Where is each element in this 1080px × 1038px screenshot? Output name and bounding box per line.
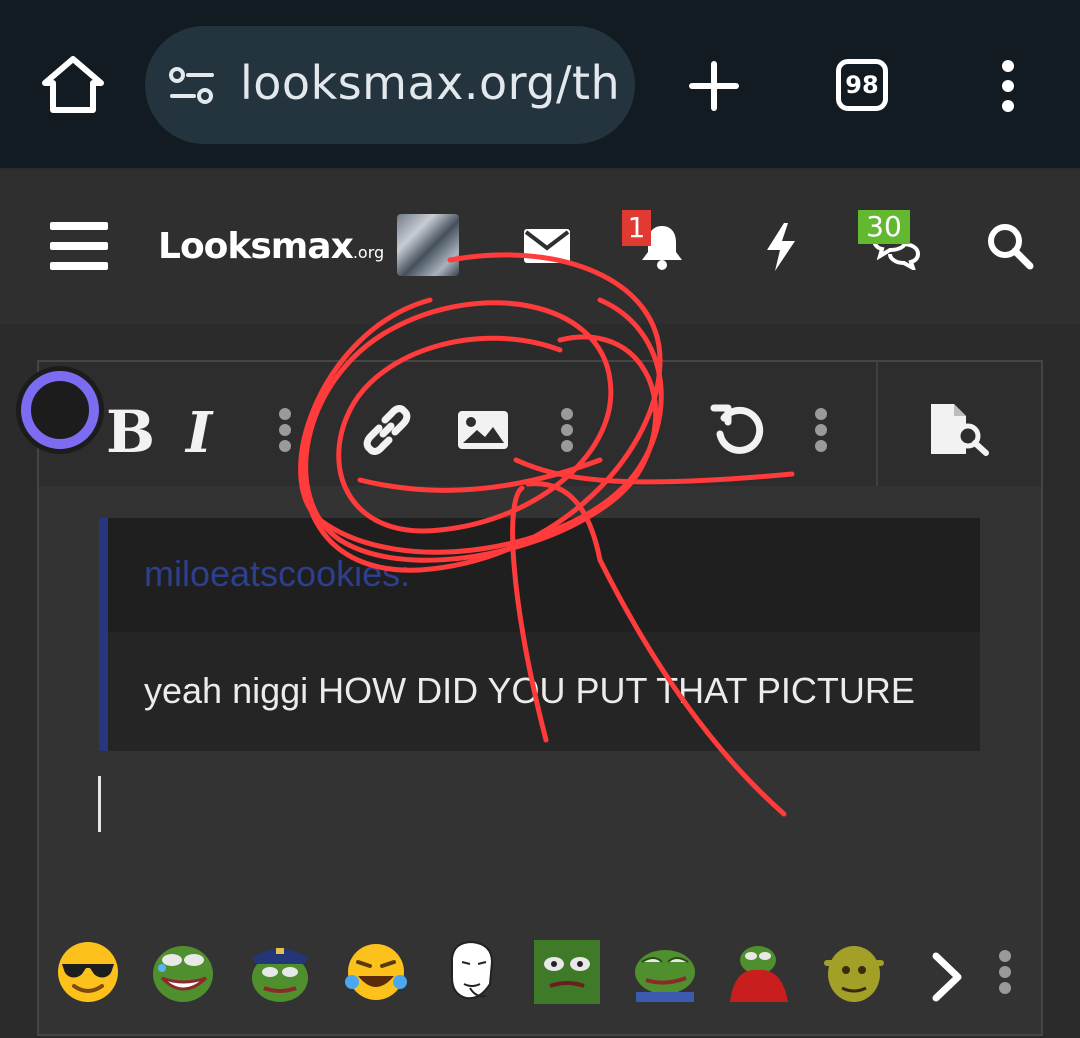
url-text[interactable]: looksmax.org/th bbox=[240, 56, 620, 110]
quote-author[interactable]: miloeatscookies: bbox=[144, 553, 410, 595]
new-tab-icon[interactable] bbox=[688, 60, 740, 112]
chevron-right-icon[interactable] bbox=[930, 952, 964, 1002]
assistant-ring-icon[interactable] bbox=[16, 366, 104, 454]
text-caret bbox=[98, 776, 101, 832]
browser-menu-icon[interactable] bbox=[996, 60, 1020, 112]
logo-main: Looksmax bbox=[158, 226, 354, 267]
pepe-green-face[interactable] bbox=[534, 940, 600, 1004]
hamburger-menu-icon[interactable] bbox=[48, 220, 110, 272]
more-dots-icon[interactable] bbox=[812, 406, 830, 454]
preview-icon[interactable] bbox=[928, 402, 992, 456]
pepe-laughing-tears[interactable] bbox=[150, 940, 216, 1004]
site-logo[interactable]: Looksmax.org bbox=[158, 226, 384, 267]
cool-sunglasses-emoji[interactable] bbox=[56, 940, 120, 1004]
image-icon[interactable] bbox=[457, 410, 509, 450]
site-settings-icon[interactable] bbox=[168, 66, 216, 106]
more-dots-icon[interactable] bbox=[558, 406, 576, 454]
laughing-crying-emoji[interactable] bbox=[344, 940, 408, 1004]
pepe-police[interactable] bbox=[248, 940, 312, 1004]
conversations-count-badge[interactable]: 30 bbox=[858, 210, 910, 244]
home-icon[interactable] bbox=[40, 54, 106, 116]
quote-text: yeah niggi HOW DID YOU PUT THAT PICTURE bbox=[144, 670, 915, 711]
pepe-red-blanket[interactable] bbox=[726, 940, 790, 1004]
bolt-icon[interactable] bbox=[764, 222, 798, 272]
italic-button[interactable]: I bbox=[186, 400, 212, 466]
user-avatar[interactable] bbox=[397, 214, 459, 276]
pepe-smug[interactable] bbox=[632, 942, 698, 1004]
undo-icon[interactable] bbox=[710, 402, 766, 458]
tab-count[interactable]: 98 bbox=[836, 59, 888, 111]
more-dots-icon[interactable] bbox=[276, 406, 294, 454]
logo-suffix: .org bbox=[352, 243, 385, 262]
inbox-icon[interactable] bbox=[523, 228, 571, 264]
wojak-face[interactable] bbox=[440, 938, 500, 1004]
alerts-count-badge[interactable]: 1 bbox=[622, 210, 651, 246]
search-icon[interactable] bbox=[986, 222, 1034, 270]
toolbar-divider bbox=[876, 362, 878, 486]
more-dots-icon[interactable] bbox=[996, 948, 1014, 996]
link-icon[interactable] bbox=[361, 404, 413, 456]
shrek-face[interactable] bbox=[822, 938, 886, 1004]
bold-button[interactable]: B bbox=[106, 398, 155, 466]
